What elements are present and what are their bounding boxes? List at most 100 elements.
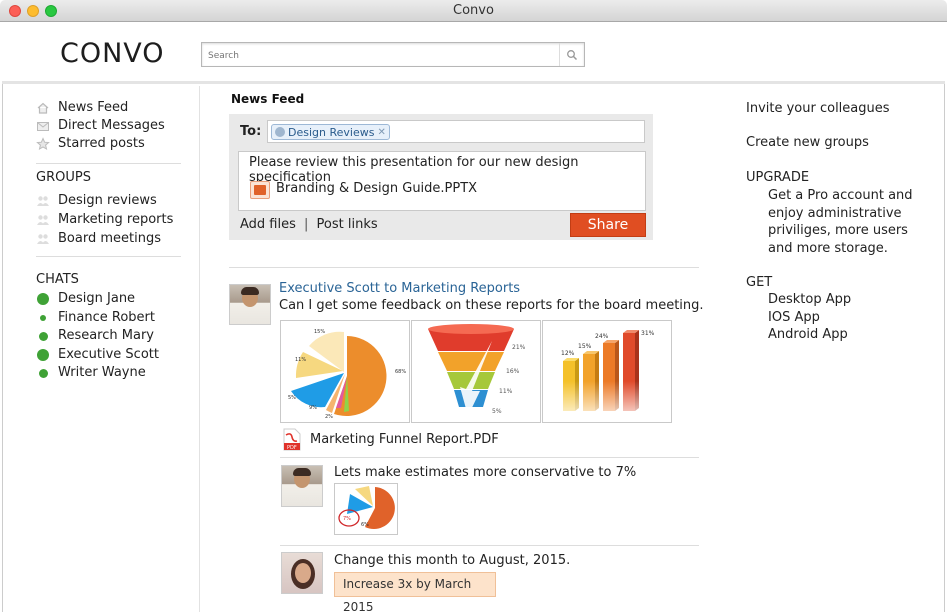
- window-right-border: [944, 22, 945, 612]
- chat-item-executive-scott[interactable]: Executive Scott: [36, 346, 186, 365]
- sidebar-item-label: Starred posts: [58, 136, 145, 151]
- post-text: Can I get some feedback on these reports…: [279, 298, 704, 313]
- annotation-label: 7%: [343, 516, 351, 522]
- message-box[interactable]: Please review this presentation for our …: [238, 151, 646, 211]
- pie-label: 11%: [295, 357, 306, 363]
- attachment-name[interactable]: Branding & Design Guide.PPTX: [276, 181, 477, 196]
- sidebar-item-marketing-reports[interactable]: Marketing reports: [36, 210, 186, 229]
- annotation-label: 6%: [361, 522, 369, 528]
- sidebar-item-news-feed[interactable]: News Feed: [36, 99, 186, 117]
- app-header: CONVO: [2, 22, 945, 84]
- chats-heading: CHATS: [36, 272, 79, 287]
- sidebar-item-label: Board meetings: [58, 231, 161, 246]
- pie-label: 5%: [288, 395, 296, 401]
- ios-app-link[interactable]: IOS App: [768, 309, 851, 327]
- sidebar-item-board-meetings[interactable]: Board meetings: [36, 229, 186, 248]
- online-status-icon: [40, 314, 46, 321]
- recipient-tag[interactable]: Design Reviews ✕: [271, 124, 390, 140]
- group-icon: [36, 194, 50, 208]
- convo-logo[interactable]: CONVO: [60, 38, 165, 69]
- post-links-link[interactable]: Post links: [317, 217, 378, 232]
- sidebar-item-label: Design reviews: [58, 193, 157, 208]
- bar-chart-thumbnail[interactable]: 12% 15% 24% 31%: [542, 320, 672, 423]
- minimize-window-button[interactable]: [27, 5, 39, 17]
- groups-heading: GROUPS: [36, 170, 91, 185]
- share-button[interactable]: Share: [570, 213, 646, 237]
- post-author-link[interactable]: Executive Scott to Marketing Reports: [279, 281, 520, 296]
- chats-list: Design Jane Finance Robert Research Mary…: [36, 290, 186, 383]
- reply-text: Change this month to August, 2015.: [334, 553, 571, 568]
- avatar[interactable]: [281, 552, 323, 594]
- highlight-note[interactable]: Increase 3x by March 2015: [334, 572, 496, 612]
- upgrade-text-line: and more storage.: [768, 240, 888, 256]
- upgrade-text-line: enjoy administrative: [768, 205, 902, 221]
- envelope-icon: [36, 119, 50, 133]
- group-icon: [36, 232, 50, 246]
- left-sidebar: News Feed Direct Messages Starred posts: [36, 99, 186, 153]
- chat-item-design-jane[interactable]: Design Jane: [36, 290, 186, 309]
- feed-heading: News Feed: [231, 92, 305, 106]
- pdf-attachment-name[interactable]: Marketing Funnel Report.PDF: [310, 432, 499, 447]
- invite-colleagues-link[interactable]: Invite your colleagues: [746, 100, 890, 118]
- window-titlebar: Convo: [0, 0, 947, 22]
- create-groups-link[interactable]: Create new groups: [746, 134, 869, 152]
- sidebar-divider: [199, 86, 200, 612]
- android-app-link[interactable]: Android App: [768, 326, 851, 344]
- funnel-label: 11%: [499, 388, 513, 395]
- avatar[interactable]: [229, 284, 271, 325]
- online-status-icon: [37, 348, 49, 361]
- funnel-label: 16%: [506, 368, 520, 375]
- upgrade-text-line: Get a Pro account and: [768, 188, 913, 203]
- chat-item-finance-robert[interactable]: Finance Robert: [36, 309, 186, 328]
- chat-item-label: Design Jane: [58, 291, 136, 306]
- upgrade-description[interactable]: Get a Pro account and enjoy administrati…: [768, 187, 913, 257]
- funnel-label: 21%: [512, 344, 526, 351]
- pie-chart-thumbnail[interactable]: 15% 11% 68% 5% 9% 2%: [280, 320, 410, 423]
- sidebar-separator: [36, 256, 181, 257]
- sidebar-item-starred-posts[interactable]: Starred posts: [36, 135, 186, 153]
- bar-label: 15%: [578, 343, 592, 350]
- star-icon: [36, 137, 50, 151]
- sidebar-item-label: Direct Messages: [58, 118, 165, 133]
- group-tag-icon: [275, 127, 285, 137]
- chat-item-label: Finance Robert: [58, 309, 155, 325]
- pie-label: 2%: [325, 414, 333, 420]
- upgrade-text-line: priviliges, more users: [768, 223, 908, 238]
- desktop-app-link[interactable]: Desktop App: [768, 291, 851, 309]
- group-icon: [36, 213, 50, 227]
- remove-tag-icon[interactable]: ✕: [377, 127, 385, 138]
- online-status-icon: [37, 293, 49, 306]
- powerpoint-icon: [250, 181, 270, 199]
- bar-label: 12%: [561, 350, 575, 357]
- upgrade-heading: UPGRADE: [746, 170, 810, 185]
- sidebar-separator: [36, 163, 181, 164]
- sidebar-item-design-reviews[interactable]: Design reviews: [36, 191, 186, 210]
- search-icon[interactable]: [559, 43, 584, 66]
- window-title: Convo: [453, 3, 494, 18]
- funnel-chart-thumbnail[interactable]: 21% 16% 11% 5%: [411, 320, 541, 423]
- zoom-window-button[interactable]: [45, 5, 57, 17]
- svg-text:PDF: PDF: [287, 445, 297, 451]
- chat-item-label: Executive Scott: [58, 346, 159, 362]
- add-files-link[interactable]: Add files: [240, 217, 296, 232]
- sidebar-item-direct-messages[interactable]: Direct Messages: [36, 117, 186, 135]
- home-icon: [36, 101, 50, 115]
- chat-item-label: Writer Wayne: [58, 365, 146, 380]
- recipient-field[interactable]: Design Reviews ✕: [267, 120, 645, 143]
- bar-label: 24%: [595, 333, 609, 340]
- search-input[interactable]: [202, 45, 552, 67]
- reply-text: Lets make estimates more conservative to…: [334, 465, 637, 480]
- reply-separator: [280, 457, 699, 458]
- feed-separator: [229, 267, 699, 268]
- online-status-icon: [38, 331, 48, 341]
- annotated-chart-thumbnail[interactable]: 7% 6%: [334, 483, 398, 535]
- chat-item-research-mary[interactable]: Research Mary: [36, 327, 186, 346]
- to-label: To:: [240, 124, 262, 139]
- close-window-button[interactable]: [9, 5, 21, 17]
- composer-actions: Add files | Post links: [240, 217, 378, 232]
- window-left-border: [2, 22, 3, 612]
- pie-label: 68%: [395, 369, 406, 375]
- avatar[interactable]: [281, 465, 323, 507]
- search-box[interactable]: [201, 42, 585, 67]
- chat-item-writer-wayne[interactable]: Writer Wayne: [36, 364, 186, 383]
